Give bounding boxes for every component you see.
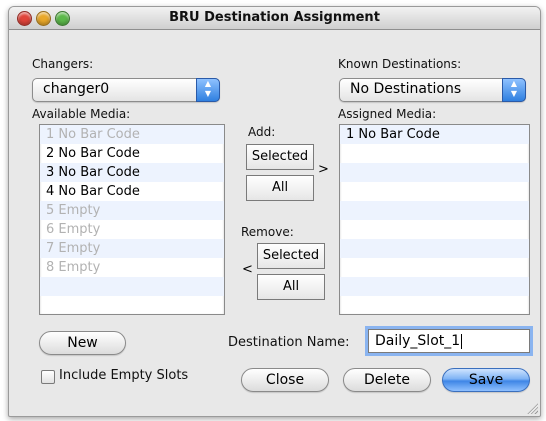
new-button[interactable]: New xyxy=(39,331,126,355)
popup-arrows-icon: ▲ ▼ xyxy=(502,78,526,102)
list-item[interactable]: 3 No Bar Code xyxy=(40,163,224,182)
destination-name-field[interactable]: Daily_Slot_1 xyxy=(368,329,530,353)
list-item[interactable]: 1 No Bar Code xyxy=(340,125,529,144)
list-item[interactable]: 2 No Bar Code xyxy=(40,144,224,163)
destination-name-label: Destination Name: xyxy=(228,335,350,350)
known-destinations-selected: No Destinations xyxy=(350,81,462,97)
resize-grip-icon[interactable] xyxy=(526,402,538,414)
empty-list-row xyxy=(340,296,529,314)
empty-list-row xyxy=(340,201,529,220)
list-item[interactable]: 1 No Bar Code xyxy=(40,125,224,144)
remove-all-button[interactable]: All xyxy=(257,274,325,300)
remove-label: Remove: xyxy=(241,225,294,239)
empty-list-row xyxy=(40,296,224,314)
add-all-button[interactable]: All xyxy=(246,175,314,201)
title-bar: BRU Destination Assignment xyxy=(9,7,540,30)
list-item[interactable]: 4 No Bar Code xyxy=(40,182,224,201)
list-item[interactable]: 6 Empty xyxy=(40,220,224,239)
add-label: Add: xyxy=(248,125,276,139)
include-empty-slots-checkbox[interactable] xyxy=(41,370,55,384)
empty-list-row xyxy=(340,182,529,201)
assigned-media-list[interactable]: 1 No Bar Code xyxy=(339,124,530,315)
save-button[interactable]: Save xyxy=(442,368,530,392)
empty-list-row xyxy=(340,239,529,258)
empty-list-row xyxy=(340,220,529,239)
assigned-media-label: Assigned Media: xyxy=(338,107,437,121)
popup-arrows-icon: ▲ ▼ xyxy=(196,78,220,102)
window-title: BRU Destination Assignment xyxy=(169,10,380,25)
empty-list-row xyxy=(340,163,529,182)
empty-list-row xyxy=(340,277,529,296)
add-selected-button[interactable]: Selected xyxy=(246,144,314,170)
remove-selected-button[interactable]: Selected xyxy=(257,243,325,269)
list-item[interactable]: 5 Empty xyxy=(40,201,224,220)
available-media-list[interactable]: 1 No Bar Code 2 No Bar Code 3 No Bar Code 4… xyxy=(39,124,225,315)
known-destinations-popup[interactable]: No Destinations ▲ ▼ xyxy=(339,78,526,102)
changers-popup[interactable]: changer0 ▲ ▼ xyxy=(32,78,220,102)
close-button[interactable]: Close xyxy=(241,368,329,392)
changers-label: Changers: xyxy=(32,57,94,71)
list-item[interactable]: 7 Empty xyxy=(40,239,224,258)
text-caret xyxy=(461,333,463,349)
available-media-label: Available Media: xyxy=(32,107,131,121)
delete-button[interactable]: Delete xyxy=(343,368,431,392)
dialog-window: BRU Destination Assignment Changers: cha… xyxy=(8,6,541,417)
known-destinations-label: Known Destinations: xyxy=(338,57,462,71)
include-empty-slots-label[interactable]: Include Empty Slots xyxy=(59,368,188,383)
empty-list-row xyxy=(340,258,529,277)
remove-arrow-icon: < xyxy=(242,262,253,277)
changers-selected: changer0 xyxy=(43,81,110,97)
empty-list-row xyxy=(340,144,529,163)
list-item[interactable]: 8 Empty xyxy=(40,258,224,277)
add-arrow-icon: > xyxy=(318,162,329,177)
empty-list-row xyxy=(40,277,224,296)
